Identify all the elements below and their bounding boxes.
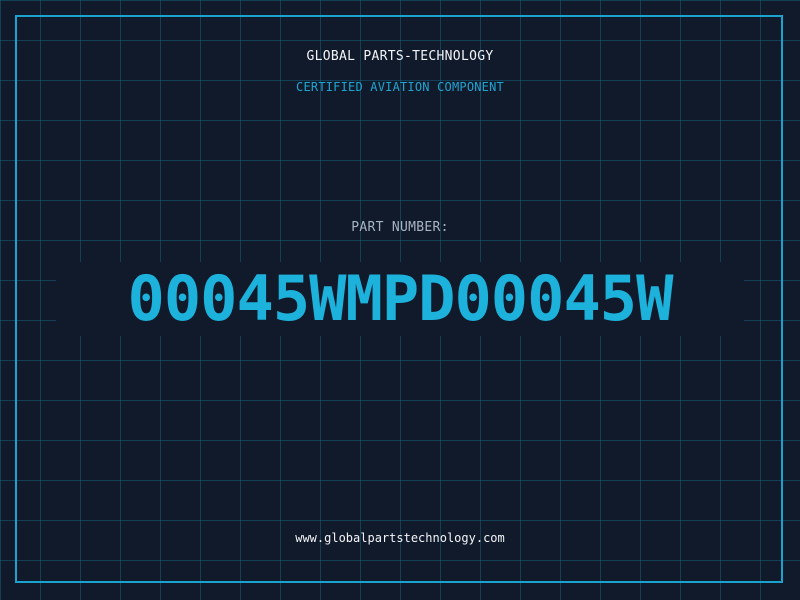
part-number-label: PART NUMBER: xyxy=(351,220,449,235)
certificate-card: GLOBAL PARTS-TECHNOLOGY CERTIFIED AVIATI… xyxy=(0,0,800,600)
company-name: GLOBAL PARTS-TECHNOLOGY xyxy=(306,49,494,64)
part-number-value: 00045WMPD00045W xyxy=(127,262,674,335)
certification-subtitle: CERTIFIED AVIATION COMPONENT xyxy=(296,80,504,94)
website-url: www.globalpartstechnology.com xyxy=(295,531,505,545)
